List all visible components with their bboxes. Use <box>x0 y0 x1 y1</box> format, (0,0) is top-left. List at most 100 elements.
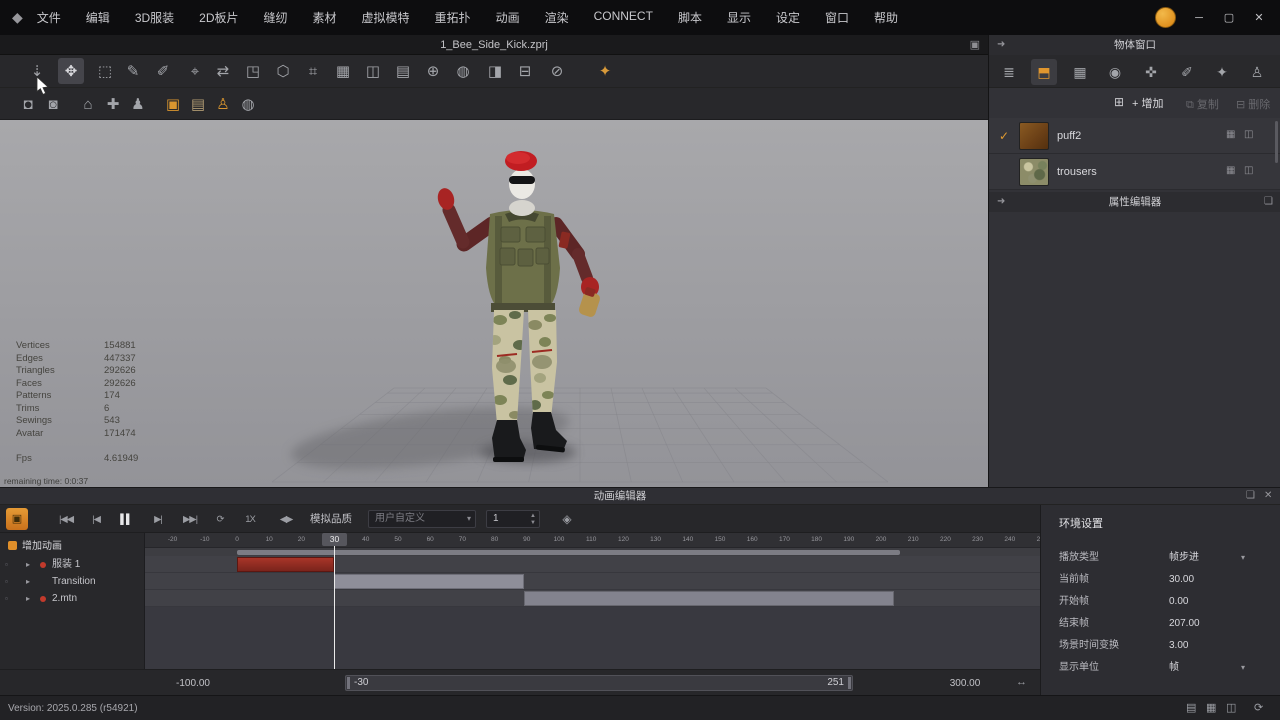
close-panel-icon[interactable]: ✕ <box>1264 490 1272 501</box>
viewport-maximize-icon[interactable]: ▣ <box>970 38 980 51</box>
track-toggle-icon[interactable]: ▫ <box>5 590 8 607</box>
check-icon[interactable]: ✓ <box>999 118 1015 154</box>
menu-item-16[interactable]: 帮助 <box>874 9 898 26</box>
jump-start-button[interactable]: |◀◀ <box>52 508 80 530</box>
speed-button[interactable]: 1X <box>236 508 264 530</box>
next-frame-button[interactable]: ▶| <box>144 508 172 530</box>
menu-item-15[interactable]: 窗口 <box>825 9 849 26</box>
record-animation-button[interactable]: ▣ <box>6 508 28 530</box>
visibility-toggle-icon[interactable]: ◫ <box>1244 165 1253 176</box>
timeline-area[interactable]: -30-20-100102030405060708090100110120130… <box>0 533 1040 669</box>
free-sewing-tool-icon[interactable]: ▤ <box>390 58 416 84</box>
hem-tool-icon[interactable]: ⊟ <box>512 58 538 84</box>
polygon-tool-icon[interactable]: ⬡ <box>270 58 296 84</box>
segment-sewing-tool-icon[interactable]: ◫ <box>360 58 386 84</box>
delete-object-button[interactable]: ⊟ 删除 <box>1236 96 1270 112</box>
tool-tab-icon[interactable]: ✦ <box>1209 59 1235 85</box>
dropdown-caret-icon[interactable]: ▾ <box>1241 547 1245 569</box>
transform-tool-icon[interactable]: ◳ <box>240 58 266 84</box>
object-item-puff2[interactable]: ✓puff2▦◫ <box>989 118 1280 154</box>
pin-panel-icon[interactable]: ❏ <box>1246 490 1255 501</box>
menu-item-13[interactable]: 显示 <box>727 9 751 26</box>
pause-button[interactable]: ▌▌ <box>112 508 140 530</box>
env-setting-value[interactable]: 帧步进 <box>1169 547 1199 569</box>
pin-tool-icon[interactable]: ⌖ <box>182 58 208 84</box>
copy-object-button[interactable]: ⧉ 复制 <box>1186 96 1219 112</box>
collapse-arrow-icon[interactable]: ➜ <box>997 35 1005 55</box>
prev-frame-button[interactable]: |◀ <box>82 508 110 530</box>
pin-panel-icon[interactable]: ❏ <box>1264 192 1273 212</box>
track-toggle-icon[interactable]: ▫ <box>5 556 8 573</box>
timeline-clip-0[interactable] <box>237 557 334 572</box>
measure-tool-icon[interactable]: ⊘ <box>544 58 570 84</box>
fabric-tab-icon[interactable]: ▦ <box>1067 59 1093 85</box>
rectangle-select-tool-icon[interactable]: ⬚ <box>92 58 118 84</box>
garment-tab-icon[interactable]: ⬒ <box>1031 59 1057 85</box>
expand-caret-icon[interactable]: ▸ <box>26 590 30 607</box>
menu-item-8[interactable]: 重拓扑 <box>435 9 471 26</box>
track-2.mtn[interactable]: ▫▸2.mtn <box>0 590 145 607</box>
tack-tool-icon[interactable]: ◍ <box>450 58 476 84</box>
menu-item-10[interactable]: 渲染 <box>545 9 569 26</box>
maximize-button[interactable]: ▢ <box>1222 11 1236 24</box>
playback-settings-icon[interactable]: ◈ <box>556 508 578 530</box>
menu-item-1[interactable]: 文件 <box>37 9 61 26</box>
edit-pattern-tool-icon[interactable]: ✐ <box>150 58 176 84</box>
attach-tool-icon[interactable]: ✚ <box>100 91 126 117</box>
brush-tab-icon[interactable]: ✐ <box>1174 59 1200 85</box>
stepper-arrows-icon[interactable]: ▲▼ <box>530 513 536 527</box>
timeline-clip-1[interactable] <box>334 574 524 589</box>
object-list-scrollbar[interactable] <box>1275 121 1278 163</box>
track-lane-1[interactable] <box>145 573 1040 590</box>
track-toggle-icon[interactable]: ▫ <box>5 573 8 590</box>
env-setting-value[interactable]: 3.00 <box>1169 635 1188 657</box>
trim-tab-icon[interactable]: ✜ <box>1138 59 1164 85</box>
menu-item-6[interactable]: 素材 <box>313 9 337 26</box>
expand-caret-icon[interactable]: ▸ <box>26 573 30 590</box>
add-object-button[interactable]: + 增加 <box>1132 95 1163 111</box>
hand-tool-icon[interactable]: ✦ <box>592 58 618 84</box>
menu-item-5[interactable]: 缝纫 <box>264 9 288 26</box>
track-transition[interactable]: ▫▸Transition <box>0 573 145 590</box>
panel-layout-icon[interactable]: ▦ <box>1206 696 1216 720</box>
swap-tool-icon[interactable]: ⇄ <box>210 58 236 84</box>
menu-item-9[interactable]: 动画 <box>496 9 520 26</box>
frame-step-button[interactable]: ◀▶ <box>272 508 300 530</box>
show-fabric-toggle-icon[interactable]: ▤ <box>185 91 211 117</box>
grid-view-icon[interactable]: ▤ <box>1186 696 1196 720</box>
menu-item-14[interactable]: 设定 <box>776 9 800 26</box>
sphere-tab-icon[interactable]: ◉ <box>1102 59 1128 85</box>
range-handle[interactable]: -30 251 <box>345 675 853 691</box>
menu-item-11[interactable]: CONNECT <box>594 9 653 26</box>
env-setting-value[interactable]: 30.00 <box>1169 569 1194 591</box>
sync-icon[interactable]: ⟳ <box>1254 696 1263 720</box>
minimize-button[interactable]: ─ <box>1192 12 1206 24</box>
grid-tool-icon[interactable]: ⌗ <box>300 58 326 84</box>
add-animation-button[interactable]: 增加动画 <box>8 537 62 552</box>
3d-viewport[interactable]: Vertices154881Edges447337Triangles292626… <box>0 120 988 487</box>
range-fit-icon[interactable]: ↔ <box>1016 676 1027 688</box>
loop-button[interactable]: ⟳ <box>206 508 234 530</box>
menu-item-3[interactable]: 3D服装 <box>135 9 174 26</box>
render-style-toggle-icon[interactable]: ◍ <box>235 91 261 117</box>
pattern-toggle-icon[interactable]: ▦ <box>1226 165 1235 176</box>
simulate-tool-icon[interactable]: ✥ <box>58 58 84 84</box>
object-list-tab-icon[interactable]: ≣ <box>996 59 1022 85</box>
env-setting-value[interactable]: 帧 <box>1169 657 1179 679</box>
menu-item-4[interactable]: 2D板片 <box>199 9 238 26</box>
show-garment-toggle-icon[interactable]: ▣ <box>160 91 186 117</box>
close-button[interactable]: ✕ <box>1252 11 1266 24</box>
pen-tool-icon[interactable]: ✎ <box>120 58 146 84</box>
timeline-clip-2[interactable] <box>524 591 894 606</box>
avatar-tab-icon[interactable]: ♙ <box>1244 59 1270 85</box>
steam-tool-icon[interactable]: ⊕ <box>420 58 446 84</box>
visibility-toggle-icon[interactable]: ◫ <box>1244 129 1253 140</box>
brand-logo-icon[interactable] <box>1155 7 1176 28</box>
env-setting-value[interactable]: 0.00 <box>1169 591 1188 613</box>
expand-caret-icon[interactable]: ▸ <box>26 556 30 573</box>
menu-item-12[interactable]: 脚本 <box>678 9 702 26</box>
jump-end-button[interactable]: ▶▶| <box>176 508 204 530</box>
menu-item-7[interactable]: 虚拟模特 <box>362 9 410 26</box>
hanger-tool-icon[interactable]: ⌂ <box>75 91 101 117</box>
object-item-trousers[interactable]: trousers▦◫ <box>989 154 1280 190</box>
